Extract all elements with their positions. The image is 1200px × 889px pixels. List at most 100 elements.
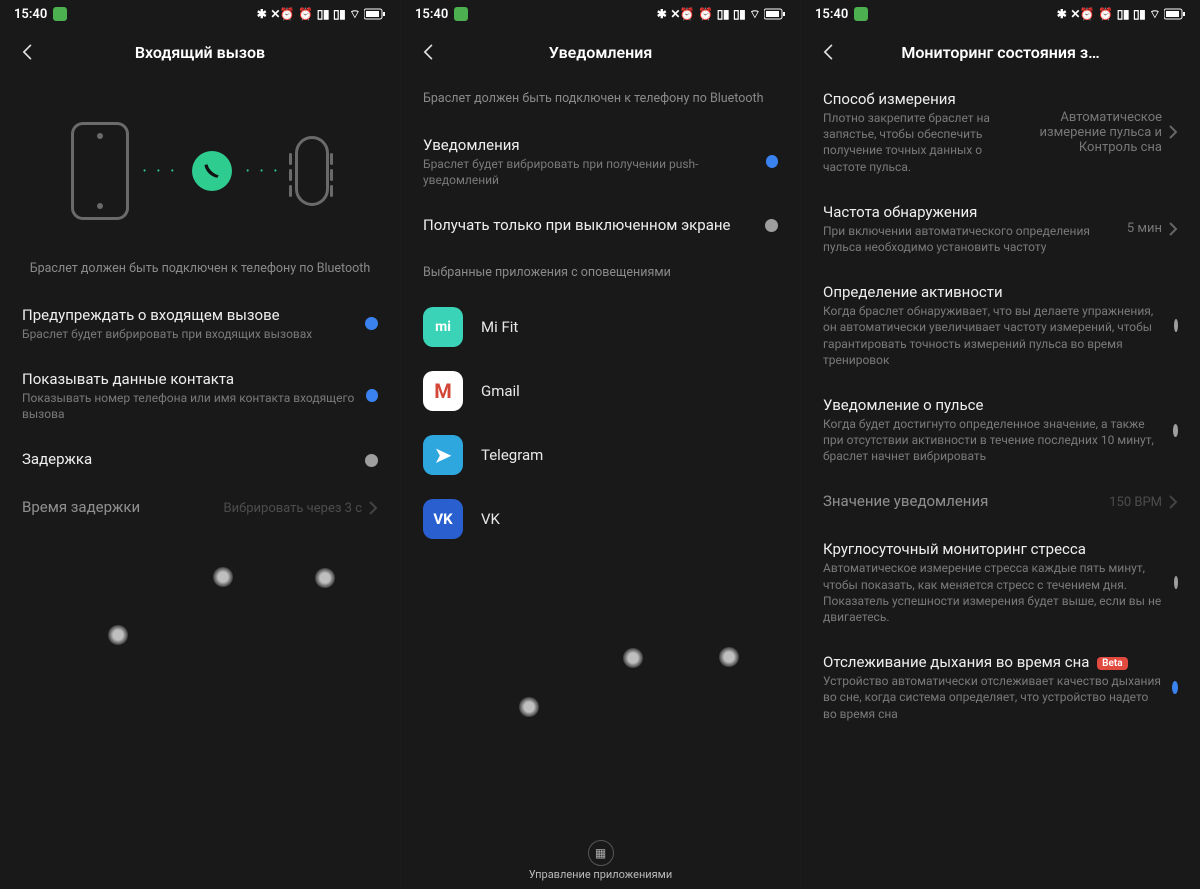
row-value: Автоматическое измерение пульса и Контро… [1038, 110, 1162, 155]
row-sub: При включении автоматического определени… [823, 223, 1117, 255]
chevron-right-icon [1168, 495, 1178, 509]
toggle-icon[interactable] [1174, 319, 1178, 332]
row-measurement-method[interactable]: Способ измерения Плотно закрепите брасле… [801, 76, 1200, 189]
decorative-dot [108, 625, 128, 645]
status-bar: 15:40 ✱✕⏰⏰▯▮▯▮⌔ [0, 0, 400, 28]
screen-incoming-call: 15:40 ✱✕⏰⏰▯▮▯▮⌔ Входящий вызов • • • • •… [0, 0, 400, 889]
row-activity-detection[interactable]: Определение активности Когда браслет обн… [801, 269, 1200, 382]
row-title: Уведомления [423, 136, 756, 154]
decorative-dot [519, 697, 539, 717]
decorative-dot [315, 568, 335, 588]
page-title: Уведомления [401, 43, 800, 62]
page-title: Входящий вызов [0, 43, 400, 62]
row-sub: Браслет будет вибрировать при получении … [423, 156, 756, 188]
row-alert-incoming[interactable]: Предупреждать о входящем вызове Браслет … [0, 292, 400, 356]
toggle-icon[interactable] [366, 389, 378, 402]
titlebar: Входящий вызов [0, 28, 400, 76]
manage-apps-button[interactable]: ▦ Управление приложениями [401, 831, 800, 889]
row-stress-monitoring[interactable]: Круглосуточный мониторинг стресса Автома… [801, 526, 1200, 639]
manage-apps-label: Управление приложениями [529, 868, 672, 881]
row-sub: Устройство автоматически отслеживает кач… [823, 673, 1162, 722]
status-indicator-icon [53, 7, 67, 21]
row-title: Способ измерения [823, 90, 1028, 108]
back-icon[interactable] [18, 42, 38, 62]
app-icon: ➤ [423, 435, 463, 475]
row-only-screen-off[interactable]: Получать только при выключенном экране [401, 202, 800, 250]
dots-icon: • • • [246, 166, 281, 177]
chevron-right-icon [1168, 125, 1178, 139]
status-bar: 15:40 ✱✕⏰⏰▯▮▯▮⌔ [801, 0, 1200, 28]
app-row-mifit[interactable]: mi Mi Fit [401, 295, 800, 359]
row-title: Предупреждать о входящем вызове [22, 306, 355, 324]
decorative-dot [719, 647, 739, 667]
row-sub: Показывать номер телефона или имя контак… [22, 390, 356, 422]
page-title: Мониторинг состояния з… [801, 43, 1200, 62]
row-sleep-breathing[interactable]: Отслеживание дыхания во время сна Beta У… [801, 639, 1200, 736]
app-row-telegram[interactable]: ➤ Telegram [401, 423, 800, 487]
toggle-icon[interactable] [365, 454, 378, 467]
row-title: Отслеживание дыхания во время сна Beta [823, 653, 1162, 671]
row-title: Уведомление о пульсе [823, 396, 1163, 414]
row-value: 5 мин [1127, 221, 1162, 236]
row-value: 150 BPM [1109, 495, 1162, 510]
app-icon: VK [423, 499, 463, 539]
toggle-icon[interactable] [765, 219, 778, 232]
status-icons: ✱✕⏰⏰▯▮▯▮⌔ [1057, 7, 1186, 22]
band-icon [295, 136, 329, 206]
row-notifications[interactable]: Уведомления Браслет будет вибрировать пр… [401, 122, 800, 202]
row-detection-frequency[interactable]: Частота обнаружения При включении автома… [801, 189, 1200, 269]
section-header: Выбранные приложения с оповещениями [401, 250, 800, 296]
row-alert-value[interactable]: Значение уведомления 150 BPM [801, 478, 1200, 526]
decorative-dot [623, 648, 643, 668]
row-value: Вибрировать через 3 с [224, 501, 362, 516]
row-heart-rate-alert[interactable]: Уведомление о пульсе Когда будет достигн… [801, 382, 1200, 479]
status-indicator-icon [454, 7, 468, 21]
row-title: Определение активности [823, 283, 1164, 301]
toggle-icon[interactable] [766, 155, 778, 168]
screen-health-monitoring: 15:40 ✱✕⏰⏰▯▮▯▮⌔ Мониторинг состояния з… … [800, 0, 1200, 889]
row-delay-time[interactable]: Время задержки Вибрировать через 3 с [0, 484, 400, 532]
titlebar: Мониторинг состояния з… [801, 28, 1200, 76]
call-illustration: • • • • • • [0, 96, 400, 246]
notice-text: Браслет должен быть подключен к телефону… [401, 76, 800, 122]
beta-badge: Beta [1097, 657, 1127, 670]
decorative-dot [213, 567, 233, 587]
row-sub: Когда будет достигнуто определенное знач… [823, 416, 1163, 465]
status-time: 15:40 [415, 7, 448, 22]
toggle-icon[interactable] [1174, 576, 1178, 589]
status-time: 15:40 [815, 7, 848, 22]
app-row-vk[interactable]: VK VK [401, 487, 800, 551]
row-sub: Автоматическое измерение стресса каждые … [823, 560, 1164, 625]
row-title: Показывать данные контакта [22, 370, 356, 388]
back-icon[interactable] [819, 42, 839, 62]
chevron-right-icon [368, 501, 378, 515]
row-title: Значение уведомления [823, 492, 1099, 510]
status-icons: ✱✕⏰⏰▯▮▯▮⌔ [657, 7, 786, 22]
toggle-icon[interactable] [1173, 424, 1178, 437]
row-sub: Плотно закрепите браслет на запястье, чт… [823, 110, 1028, 175]
screen-notifications: 15:40 ✱✕⏰⏰▯▮▯▮⌔ Уведомления Браслет долж… [400, 0, 800, 889]
row-title: Круглосуточный мониторинг стресса [823, 540, 1164, 558]
app-name: Mi Fit [481, 318, 518, 336]
back-icon[interactable] [419, 42, 439, 62]
row-show-contact[interactable]: Показывать данные контакта Показывать но… [0, 356, 400, 436]
app-name: VK [481, 510, 500, 528]
app-row-gmail[interactable]: M Gmail [401, 359, 800, 423]
status-indicator-icon [854, 7, 868, 21]
row-title: Получать только при выключенном экране [423, 216, 755, 234]
toggle-icon[interactable] [1172, 681, 1178, 694]
app-icon: M [423, 371, 463, 411]
app-icon: mi [423, 307, 463, 347]
status-time: 15:40 [14, 7, 47, 22]
dots-icon: • • • [143, 166, 178, 177]
notice-text: Браслет должен быть подключен к телефону… [0, 246, 400, 292]
row-delay[interactable]: Задержка [0, 436, 400, 484]
status-icons: ✱✕⏰⏰▯▮▯▮⌔ [257, 7, 386, 22]
row-title: Частота обнаружения [823, 203, 1117, 221]
row-sub: Когда браслет обнаруживает, что вы делае… [823, 303, 1164, 368]
app-name: Telegram [481, 446, 543, 464]
status-bar: 15:40 ✱✕⏰⏰▯▮▯▮⌔ [401, 0, 800, 28]
titlebar: Уведомления [401, 28, 800, 76]
toggle-icon[interactable] [365, 317, 378, 330]
row-title: Задержка [22, 450, 355, 468]
